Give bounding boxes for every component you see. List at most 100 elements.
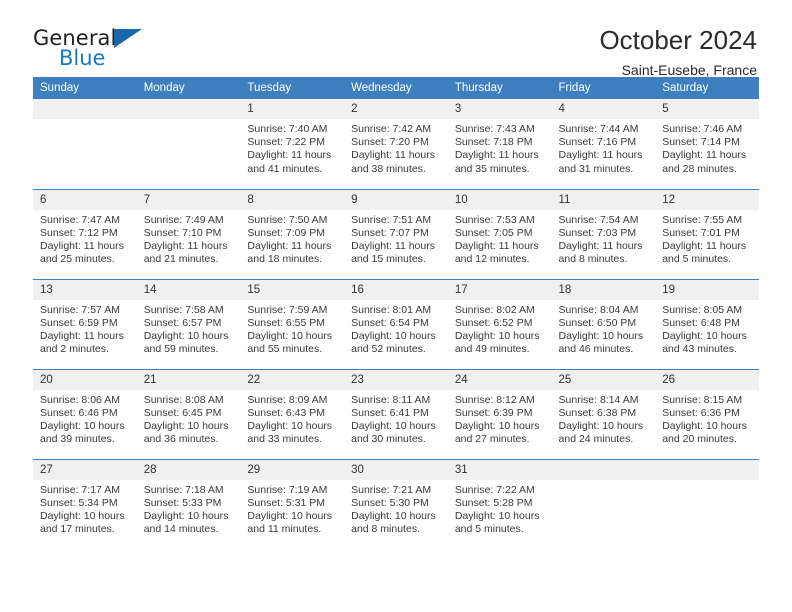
sunrise-text: Sunrise: 8:06 AM: [40, 393, 120, 406]
calendar-day-cell[interactable]: 18 Sunrise: 8:04 AM Sunset: 6:50 PM Dayligh…: [551, 278, 656, 369]
sunset-text: Sunset: 7:07 PM: [351, 226, 429, 239]
sunset-text: Sunset: 7:12 PM: [40, 226, 118, 239]
calendar-day-cell[interactable]: 29 Sunrise: 7:19 AM Sunset: 5:31 PM Dayligh…: [240, 458, 345, 549]
daylight-text-line2: and 14 minutes.: [143, 523, 219, 536]
daylight-text-line2: and 41 minutes.: [247, 162, 323, 175]
sunset-text: Sunset: 6:38 PM: [558, 406, 637, 419]
daylight-text-line1: Daylight: 10 hours: [558, 329, 644, 342]
daylight-text-line2: and 43 minutes.: [662, 343, 737, 356]
calendar-day-cell[interactable]: 14 Sunrise: 7:58 AM Sunset: 6:57 PM Dayligh…: [136, 278, 241, 369]
daylight-text-line2: and 12 minutes.: [454, 253, 530, 266]
day-details: Sunrise: 7:46 AM Sunset: 7:14 PM Daylight:…: [655, 119, 759, 176]
daylight-text-line2: and 20 minutes.: [662, 433, 737, 446]
calendar-day-cell[interactable]: 6 Sunrise: 7:47 AM Sunset: 7:12 PM Daylight…: [33, 188, 137, 279]
calendar-day-cell[interactable]: 31 Sunrise: 7:22 AM Sunset: 5:28 PM Dayligh…: [447, 458, 552, 549]
day-number: [551, 459, 656, 480]
calendar-day-cell[interactable]: 20 Sunrise: 8:06 AM Sunset: 6:46 PM Dayligh…: [33, 368, 137, 459]
daylight-text-line2: and 28 minutes.: [662, 162, 737, 175]
calendar-day-cell[interactable]: 23 Sunrise: 8:11 AM Sunset: 6:41 PM Dayligh…: [344, 368, 448, 459]
day-number: 3: [447, 99, 552, 119]
sunrise-text: Sunrise: 7:46 AM: [662, 123, 743, 135]
daylight-text-line1: Daylight: 11 hours: [454, 149, 539, 162]
general-blue-logo[interactable]: General Blue: [33, 26, 153, 74]
weekday-header-thursday: Thursday: [447, 77, 552, 99]
calendar-day-cell[interactable]: 15 Sunrise: 7:59 AM Sunset: 6:55 PM Dayligh…: [240, 278, 345, 369]
calendar-day-cell-empty: [33, 99, 137, 189]
daylight-text-line2: and 49 minutes.: [454, 343, 530, 356]
sunrise-text: Sunrise: 8:15 AM: [662, 393, 743, 406]
sunrise-text: Sunrise: 8:12 AM: [454, 393, 535, 406]
calendar-week-row: 13 Sunrise: 7:57 AM Sunset: 6:59 PM Dayligh…: [33, 278, 759, 369]
calendar-day-cell[interactable]: 19 Sunrise: 8:05 AM Sunset: 6:48 PM Dayligh…: [655, 278, 759, 369]
daylight-text-line1: Daylight: 10 hours: [247, 419, 333, 432]
calendar-day-cell[interactable]: 16 Sunrise: 8:01 AM Sunset: 6:54 PM Dayligh…: [344, 278, 448, 369]
calendar-day-cell[interactable]: 9 Sunrise: 7:51 AM Sunset: 7:07 PM Daylight…: [344, 188, 448, 279]
day-details: Sunrise: 8:06 AM Sunset: 6:46 PM Daylight:…: [33, 390, 137, 447]
daylight-text-line2: and 59 minutes.: [143, 343, 219, 356]
daylight-text-line2: and 33 minutes.: [247, 433, 323, 446]
calendar-day-cell[interactable]: 8 Sunrise: 7:50 AM Sunset: 7:09 PM Daylight…: [240, 188, 345, 279]
sunset-text: Sunset: 6:52 PM: [454, 316, 533, 329]
day-number: 2: [344, 99, 448, 119]
daylight-text-line2: and 36 minutes.: [143, 433, 219, 446]
day-details: Sunrise: 8:04 AM Sunset: 6:50 PM Daylight:…: [552, 300, 656, 357]
sunrise-text: Sunrise: 8:08 AM: [143, 393, 224, 406]
calendar-day-cell[interactable]: 1 Sunrise: 7:40 AM Sunset: 7:22 PM Daylight…: [240, 99, 345, 189]
day-number: 13: [33, 279, 137, 300]
calendar-day-cell[interactable]: 27 Sunrise: 7:17 AM Sunset: 5:34 PM Dayligh…: [33, 458, 137, 549]
calendar-day-cell[interactable]: 10 Sunrise: 7:53 AM Sunset: 7:05 PM Dayligh…: [447, 188, 552, 279]
calendar-day-cell[interactable]: 28 Sunrise: 7:18 AM Sunset: 5:33 PM Dayligh…: [136, 458, 241, 549]
sunset-text: Sunset: 6:48 PM: [662, 316, 740, 329]
calendar-day-cell[interactable]: 5 Sunrise: 7:46 AM Sunset: 7:14 PM Daylight…: [655, 99, 759, 189]
calendar-day-cell[interactable]: 7 Sunrise: 7:49 AM Sunset: 7:10 PM Daylight…: [136, 188, 241, 279]
daylight-text-line1: Daylight: 10 hours: [143, 419, 229, 432]
calendar-day-cell[interactable]: 17 Sunrise: 8:02 AM Sunset: 6:52 PM Dayligh…: [447, 278, 552, 369]
calendar-day-cell[interactable]: 24 Sunrise: 8:12 AM Sunset: 6:39 PM Dayligh…: [447, 368, 552, 459]
calendar-day-cell[interactable]: 12 Sunrise: 7:55 AM Sunset: 7:01 PM Dayligh…: [655, 188, 759, 279]
calendar-day-cell-empty: [136, 99, 241, 189]
sunrise-text: Sunrise: 8:02 AM: [454, 303, 535, 316]
calendar-day-cell[interactable]: 25 Sunrise: 8:14 AM Sunset: 6:38 PM Dayligh…: [551, 368, 656, 459]
calendar-day-cell[interactable]: 30 Sunrise: 7:21 AM Sunset: 5:30 PM Dayligh…: [344, 458, 448, 549]
calendar-day-cell[interactable]: 2 Sunrise: 7:42 AM Sunset: 7:20 PM Daylight…: [344, 99, 448, 189]
day-number: 28: [136, 459, 241, 480]
daylight-text-line2: and 2 minutes.: [40, 343, 109, 356]
sunset-text: Sunset: 7:16 PM: [558, 136, 637, 149]
calendar-day-cell[interactable]: 13 Sunrise: 7:57 AM Sunset: 6:59 PM Dayligh…: [33, 278, 137, 369]
sunset-text: Sunset: 7:10 PM: [143, 226, 222, 239]
page-header: General Blue October 2024 Saint-Eusebe, …: [33, 0, 759, 78]
day-details: Sunrise: 7:50 AM Sunset: 7:09 PM Daylight:…: [240, 210, 344, 267]
calendar-day-cell[interactable]: 26 Sunrise: 8:15 AM Sunset: 6:36 PM Dayligh…: [655, 368, 759, 459]
day-details: Sunrise: 7:55 AM Sunset: 7:01 PM Daylight:…: [655, 210, 759, 267]
sunrise-text: Sunrise: 7:55 AM: [662, 213, 743, 226]
sunset-text: Sunset: 5:33 PM: [143, 496, 222, 509]
day-number: 12: [655, 189, 759, 210]
calendar-day-cell[interactable]: 11 Sunrise: 7:54 AM Sunset: 7:03 PM Dayligh…: [551, 188, 656, 279]
day-details: Sunrise: 7:49 AM Sunset: 7:10 PM Daylight:…: [137, 210, 241, 267]
day-number: 26: [655, 369, 759, 390]
weekday-header-friday: Friday: [551, 77, 656, 99]
calendar-day-cell[interactable]: 21 Sunrise: 8:08 AM Sunset: 6:45 PM Dayligh…: [136, 368, 241, 459]
daylight-text-line1: Daylight: 10 hours: [247, 329, 333, 342]
sunset-text: Sunset: 6:55 PM: [247, 316, 326, 329]
calendar-day-cell[interactable]: 3 Sunrise: 7:43 AM Sunset: 7:18 PM Daylight…: [447, 99, 552, 189]
sunset-text: Sunset: 5:31 PM: [247, 496, 326, 509]
sunset-text: Sunset: 7:03 PM: [558, 226, 637, 239]
day-details: Sunrise: 8:02 AM Sunset: 6:52 PM Daylight:…: [448, 300, 552, 357]
sunrise-text: Sunrise: 8:01 AM: [351, 303, 432, 316]
calendar-day-cell[interactable]: 4 Sunrise: 7:44 AM Sunset: 7:16 PM Daylight…: [551, 99, 656, 189]
day-number: [136, 99, 241, 119]
logo-text-blue: Blue: [59, 46, 106, 70]
sunset-text: Sunset: 5:30 PM: [351, 496, 429, 509]
daylight-text-line2: and 5 minutes.: [454, 523, 524, 536]
daylight-text-line1: Daylight: 11 hours: [351, 239, 435, 252]
sunset-text: Sunset: 5:34 PM: [40, 496, 118, 509]
day-details: Sunrise: 8:05 AM Sunset: 6:48 PM Daylight:…: [655, 300, 759, 357]
day-number: 17: [447, 279, 552, 300]
calendar-day-cell[interactable]: 22 Sunrise: 8:09 AM Sunset: 6:43 PM Dayligh…: [240, 368, 345, 459]
daylight-text-line1: Daylight: 11 hours: [558, 149, 643, 162]
calendar-week-row: 27 Sunrise: 7:17 AM Sunset: 5:34 PM Dayligh…: [33, 458, 759, 549]
daylight-text-line2: and 52 minutes.: [351, 343, 426, 356]
day-number: 9: [344, 189, 448, 210]
daylight-text-line1: Daylight: 11 hours: [351, 149, 435, 162]
